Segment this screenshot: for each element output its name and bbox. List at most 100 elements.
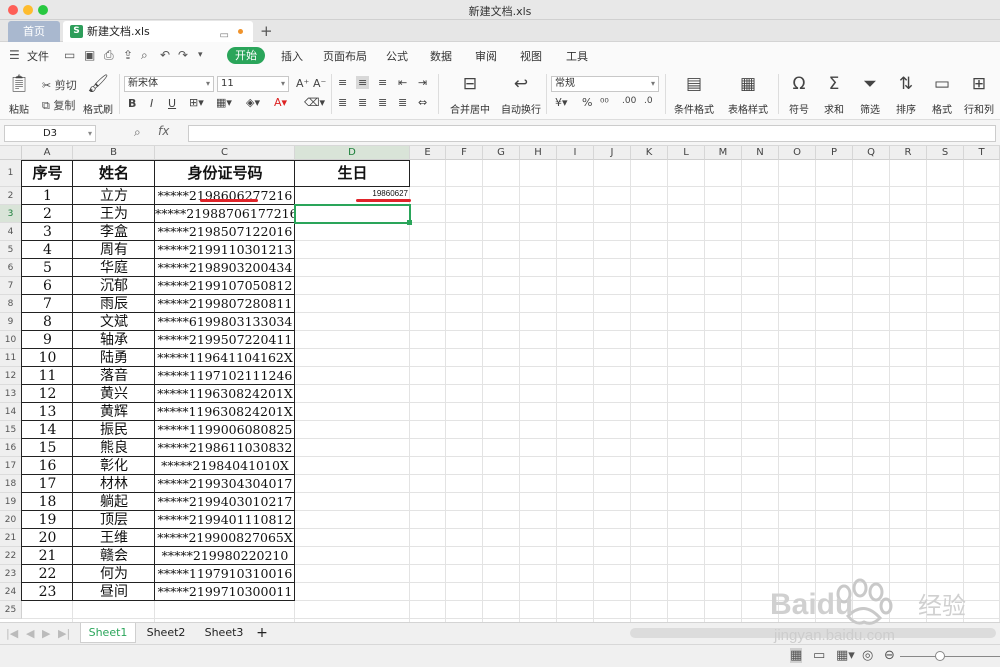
- underline-icon[interactable]: U: [168, 97, 176, 110]
- cut-button[interactable]: ✂ 剪切: [42, 77, 77, 93]
- cell-seq[interactable]: 11: [22, 367, 73, 385]
- document-tab[interactable]: S 新建文档.xls ▭: [63, 21, 253, 42]
- row-header-5[interactable]: 5: [0, 241, 22, 259]
- row-header-24[interactable]: 24: [0, 583, 22, 601]
- menu-file[interactable]: 文件: [27, 48, 49, 64]
- column-header-q[interactable]: Q: [853, 146, 890, 160]
- align-center-icon[interactable]: ≣: [358, 96, 367, 109]
- spreadsheet-grid[interactable]: A B C D E F G H I J K L M N O P Q R S T 1 2 3 4 5 6 7 8 9 10 11 12 13 14 1…: [0, 146, 1000, 622]
- menu-tab-data[interactable]: 数据: [430, 48, 452, 64]
- row-header-25[interactable]: 25: [0, 601, 22, 619]
- column-header-l[interactable]: L: [668, 146, 705, 160]
- row-header-2[interactable]: 2: [0, 187, 22, 205]
- increase-font-icon[interactable]: A⁺: [296, 77, 309, 90]
- column-header-h[interactable]: H: [520, 146, 557, 160]
- row-header-14[interactable]: 14: [0, 403, 22, 421]
- print-preview-icon[interactable]: ⌕: [141, 48, 148, 63]
- prev-sheet-icon[interactable]: ◀: [26, 627, 34, 640]
- add-sheet-button[interactable]: +: [254, 623, 270, 643]
- row-header-9[interactable]: 9: [0, 313, 22, 331]
- distribute-icon[interactable]: ⇔: [418, 96, 427, 109]
- cell-name[interactable]: 振民: [73, 421, 155, 439]
- zoom-lookup-icon[interactable]: ⌕: [134, 125, 141, 140]
- row-header-12[interactable]: 12: [0, 367, 22, 385]
- cell-id-number[interactable]: *****219900827065X: [155, 529, 295, 547]
- cell-id-number[interactable]: *****2199107050812: [155, 277, 295, 295]
- format-button[interactable]: ▭ 格式: [928, 74, 956, 116]
- cell-id-number[interactable]: *****2198903200434: [155, 259, 295, 277]
- open-folder-icon[interactable]: ▭: [64, 48, 75, 62]
- cell-name[interactable]: 黄兴: [73, 385, 155, 403]
- cell-id-number[interactable]: *****21984041010X: [155, 457, 295, 475]
- row-header-13[interactable]: 13: [0, 385, 22, 403]
- normal-view-icon[interactable]: ▦: [790, 648, 803, 663]
- cell-seq[interactable]: 19: [22, 511, 73, 529]
- cell-id-number[interactable]: *****1197102111246: [155, 367, 295, 385]
- cell-name[interactable]: 熊良: [73, 439, 155, 457]
- column-header-i[interactable]: I: [557, 146, 594, 160]
- column-header-r[interactable]: R: [890, 146, 927, 160]
- align-left-icon[interactable]: ≣: [338, 96, 347, 109]
- row-header-1[interactable]: 1: [0, 160, 22, 187]
- row-header-6[interactable]: 6: [0, 259, 22, 277]
- redo-icon[interactable]: ↷: [178, 48, 188, 62]
- sheet-tab-2[interactable]: Sheet2: [138, 623, 194, 643]
- cell-seq[interactable]: 1: [22, 187, 73, 205]
- column-header-p[interactable]: P: [816, 146, 853, 160]
- column-header-j[interactable]: J: [594, 146, 631, 160]
- new-tab-button[interactable]: +: [260, 21, 273, 41]
- percent-icon[interactable]: %: [582, 96, 592, 109]
- cell-seq[interactable]: 17: [22, 475, 73, 493]
- cell-seq[interactable]: 15: [22, 439, 73, 457]
- row-header-22[interactable]: 22: [0, 547, 22, 565]
- copy-button[interactable]: ⧉ 复制: [42, 97, 75, 113]
- hamburger-menu-icon[interactable]: ☰: [9, 48, 20, 62]
- print-icon[interactable]: ⎙: [104, 48, 114, 63]
- row-header-7[interactable]: 7: [0, 277, 22, 295]
- zoom-slider-knob[interactable]: [935, 651, 945, 661]
- row-header-4[interactable]: 4: [0, 223, 22, 241]
- cell-id-number[interactable]: *****2199304304017: [155, 475, 295, 493]
- merge-center-button[interactable]: ⊟ 合并居中: [445, 74, 495, 116]
- menu-tab-view[interactable]: 视图: [520, 48, 542, 64]
- fill-style-icon[interactable]: ▦▾: [216, 96, 232, 109]
- justify-icon[interactable]: ≣: [398, 96, 407, 109]
- border-icon[interactable]: ⊞▾: [189, 96, 204, 109]
- cell-id-number[interactable]: *****2198606277216: [155, 187, 295, 205]
- cell-seq[interactable]: 20: [22, 529, 73, 547]
- cell-seq[interactable]: 6: [22, 277, 73, 295]
- cell-id-number[interactable]: *****1199006080825: [155, 421, 295, 439]
- wrap-text-button[interactable]: ↩ 自动换行: [500, 74, 542, 116]
- cell-id-number[interactable]: *****2198611030832: [155, 439, 295, 457]
- cell-name[interactable]: 周有: [73, 241, 155, 259]
- first-sheet-icon[interactable]: |◀: [6, 627, 18, 640]
- menu-tab-page-layout[interactable]: 页面布局: [323, 48, 367, 64]
- cell-name[interactable]: 李盒: [73, 223, 155, 241]
- cell-id-number[interactable]: *****2199110301213: [155, 241, 295, 259]
- cell-id-number[interactable]: *****2199710300011: [155, 583, 295, 601]
- cell-id-number[interactable]: *****21988706177216: [155, 205, 295, 223]
- cell-name[interactable]: 黄辉: [73, 403, 155, 421]
- header-id-number[interactable]: 身份证号码: [155, 160, 295, 187]
- cell-seq[interactable]: 9: [22, 331, 73, 349]
- increase-decimal-icon[interactable]: .00: [622, 96, 636, 106]
- row-header-20[interactable]: 20: [0, 511, 22, 529]
- decrease-font-icon[interactable]: A⁻: [313, 77, 326, 90]
- conditional-format-button[interactable]: ▤ 条件格式: [670, 74, 718, 116]
- menu-tab-formula[interactable]: 公式: [386, 48, 408, 64]
- cell-seq[interactable]: 8: [22, 313, 73, 331]
- paste-button[interactable]: 📋︎ 粘贴: [5, 74, 33, 116]
- fill-handle[interactable]: [407, 220, 412, 225]
- row-header-17[interactable]: 17: [0, 457, 22, 475]
- last-sheet-icon[interactable]: ▶|: [58, 627, 70, 640]
- fx-icon[interactable]: fx: [158, 124, 169, 138]
- column-header-m[interactable]: M: [705, 146, 742, 160]
- save-icon[interactable]: ▣: [84, 48, 95, 62]
- formula-input[interactable]: [188, 125, 996, 142]
- table-style-button[interactable]: ▦ 表格样式: [724, 74, 772, 116]
- export-icon[interactable]: ⇪: [123, 48, 133, 62]
- column-header-f[interactable]: F: [446, 146, 483, 160]
- decrease-decimal-icon[interactable]: .0: [644, 96, 653, 106]
- column-header-s[interactable]: S: [927, 146, 964, 160]
- align-right-icon[interactable]: ≣: [378, 96, 387, 109]
